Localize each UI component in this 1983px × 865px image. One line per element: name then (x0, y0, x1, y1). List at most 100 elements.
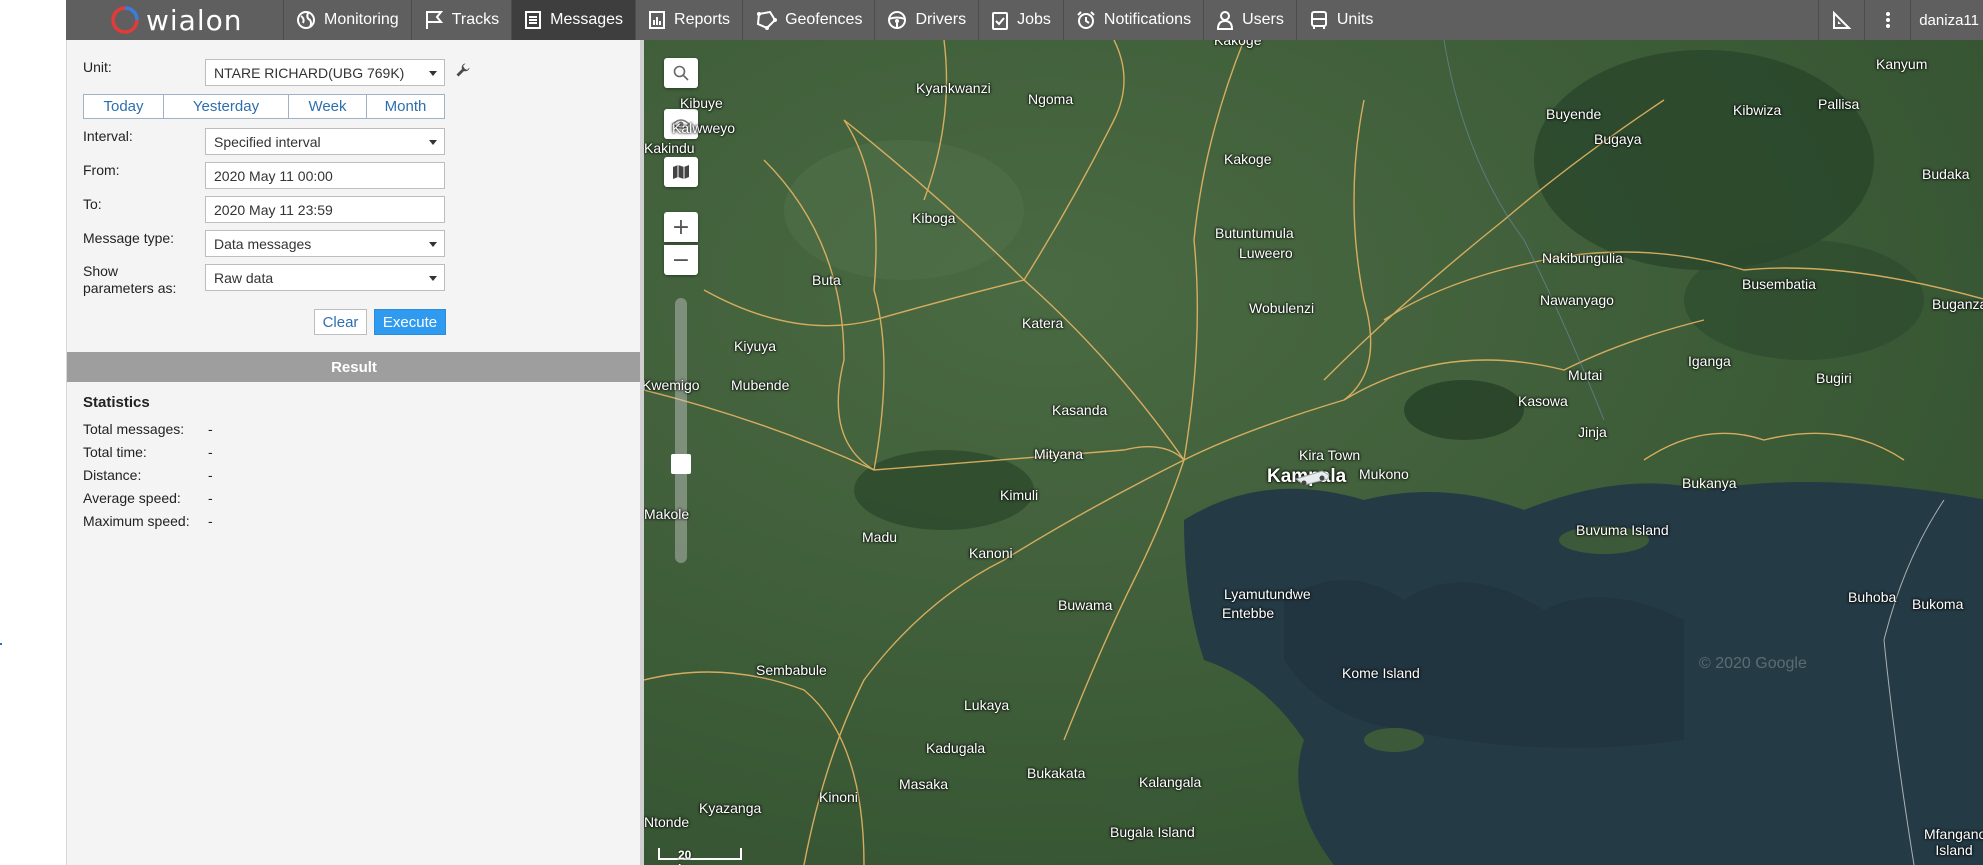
checklist-icon (992, 12, 1009, 30)
message-type-label: Message type: (83, 230, 175, 246)
nav-monitoring[interactable]: Monitoring (284, 0, 412, 40)
from-date-input[interactable]: 2020 May 11 00:00 (205, 162, 445, 189)
period-week-button[interactable]: Week (289, 95, 367, 118)
bus-icon (1310, 11, 1327, 29)
map-label: Kyankwanzi (916, 80, 991, 96)
more-menu-button[interactable] (1864, 0, 1910, 40)
nav-units[interactable]: Units (1297, 0, 1385, 40)
to-label: To: (83, 196, 102, 212)
flag-icon (425, 11, 443, 29)
map-label: Lukaya (964, 697, 1010, 713)
scale-bar-label: 20 km (678, 848, 695, 865)
period-month-button[interactable]: Month (367, 95, 444, 118)
map-label: Kanyum (1876, 56, 1928, 72)
map-icon (673, 165, 689, 179)
stat-value: - (208, 444, 213, 460)
zoom-slider-track[interactable] (675, 298, 687, 563)
stat-label: Maximum speed: (83, 513, 190, 529)
vehicle-marker-icon[interactable] (1292, 465, 1332, 487)
map-label: Mutai (1568, 367, 1603, 383)
nav-tracks[interactable]: Tracks (412, 0, 513, 40)
map-label: Buvuma Island (1576, 522, 1669, 538)
map-label: Kimuli (1000, 487, 1039, 503)
map-label: Katera (1022, 315, 1064, 331)
chart-icon (649, 11, 666, 29)
vertical-dots-icon (1885, 12, 1890, 28)
chevron-down-icon (429, 140, 437, 145)
message-type-select[interactable]: Data messages (205, 230, 445, 257)
map-label: Bukakata (1027, 765, 1086, 781)
user-menu[interactable]: daniza11 (1910, 0, 1983, 40)
map-label: Kiyuya (734, 338, 777, 354)
measure-tool-button[interactable] (1818, 0, 1864, 40)
map-label: Kira Town (1299, 447, 1361, 463)
period-today-button[interactable]: Today (84, 95, 164, 118)
nav-jobs[interactable]: Jobs (979, 0, 1064, 40)
result-header: Result (67, 352, 641, 382)
stat-value: - (208, 421, 213, 437)
map-layers-button[interactable] (664, 157, 698, 187)
wialon-logo-icon (111, 6, 139, 34)
nav-label: Monitoring (324, 11, 399, 28)
map-label: Kyazanga (699, 800, 762, 816)
map-search-button[interactable] (664, 58, 698, 88)
interval-select[interactable]: Specified interval (205, 128, 445, 155)
map-label: Buyende (1546, 106, 1602, 122)
map-label: Bugiri (1816, 370, 1852, 386)
stray-pixel (0, 643, 2, 645)
map-label: Kome Island (1342, 665, 1420, 681)
nav-reports[interactable]: Reports (636, 0, 744, 40)
nav-label: Drivers (915, 11, 967, 28)
map-label: Buta (812, 272, 841, 288)
chevron-down-icon (429, 71, 437, 76)
map-label: Mukono (1359, 466, 1409, 482)
stat-label: Total messages: (83, 421, 185, 437)
nav-label: Units (1336, 11, 1374, 28)
clear-button[interactable]: Clear (314, 309, 367, 335)
map-label: Sembabule (756, 662, 827, 678)
nav-label: Reports (674, 11, 731, 28)
to-date-input[interactable]: 2020 May 11 23:59 (205, 196, 445, 223)
wialon-logo[interactable]: wialon (66, 0, 284, 40)
show-params-label-line2: parameters as: (83, 280, 177, 296)
nav-messages[interactable]: Messages (512, 0, 637, 40)
map-label: Madu (862, 529, 898, 545)
stat-value: - (208, 513, 213, 529)
show-params-label-line1: Show (83, 263, 119, 279)
map-view[interactable]: + − Kakoge Kanyum Kibuye Kyankwanzi Ngom… (640, 40, 1983, 865)
map-label: Kibuye (680, 95, 723, 111)
map-label: Kadugala (926, 740, 986, 756)
map-label: Ngoma (1028, 91, 1074, 107)
map-label: Lyamutundwe (1224, 586, 1311, 602)
stat-value: - (208, 490, 213, 506)
nav-users[interactable]: Users (1204, 0, 1297, 40)
ruler-triangle-icon (1832, 10, 1852, 29)
period-yesterday-button[interactable]: Yesterday (164, 95, 289, 118)
user-icon (1217, 11, 1234, 30)
zoom-slider-handle[interactable] (671, 454, 691, 474)
show-params-value: Raw data (214, 269, 274, 286)
from-label: From: (83, 162, 120, 178)
unit-select[interactable]: NTARE RICHARD(UBG 769K) (205, 59, 445, 86)
map-label: Buhoba (1848, 589, 1897, 605)
map-label: Mfangano Island (1924, 826, 1983, 858)
map-label: Kakindu (644, 140, 695, 156)
nav-drivers[interactable]: Drivers (875, 0, 980, 40)
show-params-select[interactable]: Raw data (205, 264, 445, 291)
map-copyright: © 2020 Google (1699, 655, 1807, 672)
unit-label: Unit: (83, 59, 112, 75)
wrench-icon[interactable] (455, 62, 471, 78)
nav-geofences[interactable]: Geofences (743, 0, 876, 40)
stat-label: Total time: (83, 444, 147, 460)
zoom-in-button[interactable]: + (664, 212, 698, 242)
execute-button[interactable]: Execute (374, 309, 446, 335)
map-label: Kalwweyo (672, 120, 736, 136)
zoom-out-button[interactable]: − (664, 245, 698, 275)
nav-notifications[interactable]: Notifications (1064, 0, 1205, 40)
map-label: Iganga (1688, 353, 1731, 369)
stat-label: Distance: (83, 467, 142, 483)
interval-label: Interval: (83, 128, 133, 144)
message-type-value: Data messages (214, 235, 312, 252)
map-label: Mubende (731, 377, 790, 393)
top-navigation-bar: wialon Monitoring Tracks Messages Report… (66, 0, 1983, 40)
